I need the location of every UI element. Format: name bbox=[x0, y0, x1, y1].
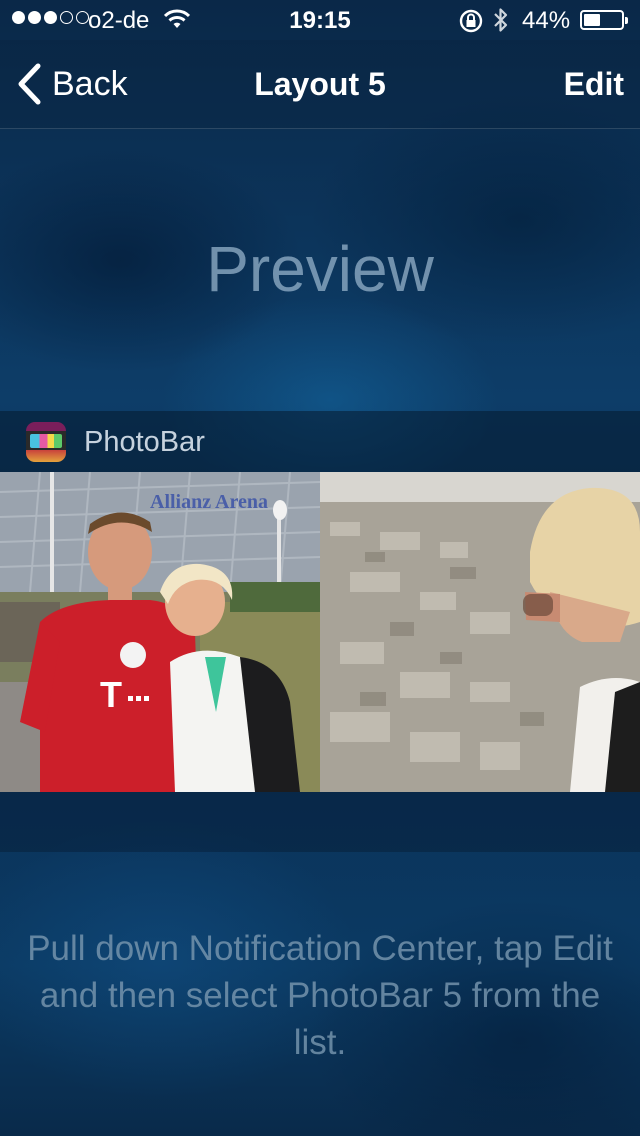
svg-text:Allianz Arena: Allianz Arena bbox=[150, 491, 268, 513]
battery-percent: 44% bbox=[522, 7, 571, 34]
svg-text:T: T bbox=[100, 674, 122, 715]
instructions-text: Pull down Notification Center, tap Edit … bbox=[27, 929, 613, 1062]
page-title: Layout 5 bbox=[254, 66, 386, 102]
photo-city-view[interactable] bbox=[320, 472, 640, 792]
status-bar: o2-de 19:15 44% bbox=[0, 0, 640, 40]
bluetooth-icon bbox=[492, 6, 510, 41]
navigation-bar: Back Layout 5 Edit bbox=[0, 40, 640, 129]
rotation-lock-icon bbox=[458, 8, 484, 41]
widget-footer bbox=[0, 792, 640, 852]
widget-name: PhotoBar bbox=[84, 426, 205, 458]
widget-header: PhotoBar bbox=[0, 411, 640, 472]
photobar-app-icon bbox=[26, 422, 66, 462]
battery-icon bbox=[580, 10, 628, 30]
preview-label: Preview bbox=[206, 233, 434, 305]
edit-button[interactable]: Edit bbox=[564, 66, 624, 103]
widget-photos: Allianz Arena T bbox=[0, 472, 640, 792]
photo-couple-stadium[interactable]: Allianz Arena T bbox=[0, 472, 320, 792]
